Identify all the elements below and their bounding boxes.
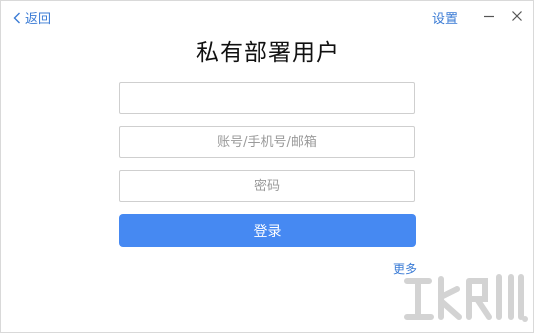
server-address-input[interactable] [119,82,415,114]
close-button[interactable] [508,7,526,25]
watermark-logo [399,271,531,329]
minimize-button[interactable] [480,7,498,25]
login-button[interactable]: 登录 [119,214,416,247]
back-button[interactable]: 返回 [13,8,51,27]
chevron-left-icon [13,12,21,24]
account-input[interactable] [119,126,415,158]
password-input[interactable] [119,170,415,202]
settings-link[interactable]: 设置 [432,8,458,27]
minimize-icon [483,7,495,26]
login-window: 返回 设置 私有部署用户 登录 更多 [0,0,534,333]
back-label: 返回 [25,12,52,27]
page-title: 私有部署用户 [196,40,340,66]
close-icon [511,7,523,26]
